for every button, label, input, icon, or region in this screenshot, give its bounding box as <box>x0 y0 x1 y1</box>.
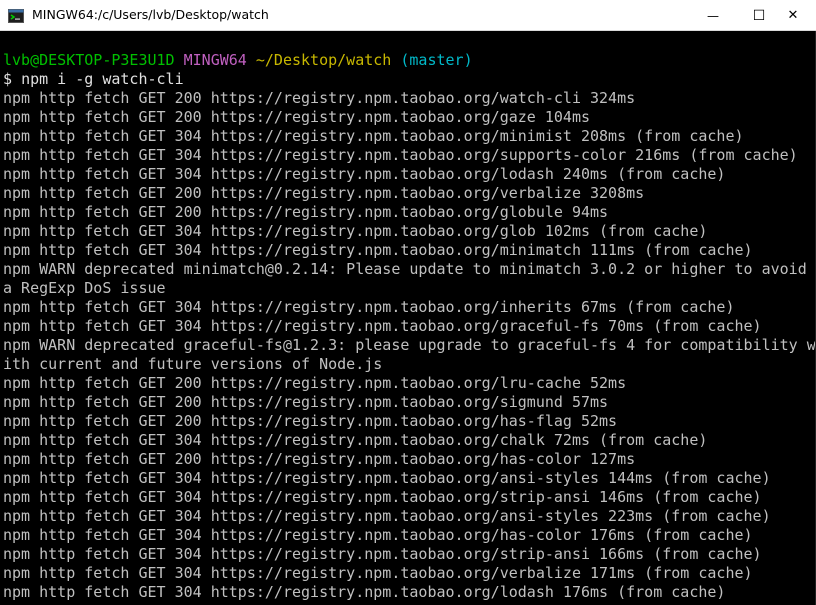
output-line: npm WARN deprecated minimatch@0.2.14: Pl… <box>3 260 807 278</box>
title-bar[interactable]: MINGW64:/c/Users/lvb/Desktop/watch — ☐ ✕ <box>0 0 816 31</box>
output-line: npm http fetch GET 304 https://registry.… <box>3 488 762 506</box>
close-icon: ✕ <box>787 8 799 23</box>
output-line: npm http fetch GET 304 https://registry.… <box>3 469 771 487</box>
output-line: npm http fetch GET 200 https://registry.… <box>3 184 645 202</box>
output-line: ith current and future versions of Node.… <box>3 355 383 373</box>
output-line: npm http fetch GET 304 https://registry.… <box>3 526 753 544</box>
command-text: npm i -g watch-cli <box>21 70 184 88</box>
output-line: npm http fetch GET 304 https://registry.… <box>3 298 735 316</box>
prompt-line: lvb@DESKTOP-P3E3U1D MINGW64 ~/Desktop/wa… <box>3 51 815 70</box>
output-line: a RegExp DoS issue <box>3 279 166 297</box>
output-line: npm http fetch GET 200 https://registry.… <box>3 450 636 468</box>
output-line: npm http fetch GET 200 https://registry.… <box>3 412 618 430</box>
prompt-path: ~/Desktop/watch <box>255 51 392 69</box>
output-line: npm http fetch GET 304 https://registry.… <box>3 127 744 145</box>
output-line: npm WARN deprecated graceful-fs@1.2.3: p… <box>3 336 815 354</box>
command-line: $ npm i -g watch-cli <box>3 70 815 89</box>
output-line: npm http fetch GET 200 https://registry.… <box>3 374 627 392</box>
minimize-icon: — <box>707 8 719 23</box>
output-line: npm http fetch GET 304 https://registry.… <box>3 165 726 183</box>
output-line: npm http fetch GET 200 https://registry.… <box>3 203 609 221</box>
terminal-lines: lvb@DESKTOP-P3E3U1D MINGW64 ~/Desktop/wa… <box>3 51 815 602</box>
output-line: npm http fetch GET 200 https://registry.… <box>3 89 636 107</box>
output-line: npm http fetch GET 200 https://registry.… <box>3 393 609 411</box>
maximize-icon: ☐ <box>752 7 766 24</box>
output-line: npm http fetch GET 304 https://registry.… <box>3 317 762 335</box>
prompt-system: MINGW64 <box>183 51 247 69</box>
output-line: npm http fetch GET 304 https://registry.… <box>3 431 708 449</box>
output-line: npm http fetch GET 304 https://registry.… <box>3 507 771 525</box>
output-line: npm http fetch GET 200 https://registry.… <box>3 108 590 126</box>
terminal-output[interactable]: lvb@DESKTOP-P3E3U1D MINGW64 ~/Desktop/wa… <box>0 31 816 605</box>
minimize-button[interactable]: — <box>690 0 736 31</box>
window-title: MINGW64:/c/Users/lvb/Desktop/watch <box>32 7 269 22</box>
output-line: npm http fetch GET 304 https://registry.… <box>3 564 753 582</box>
close-button[interactable]: ✕ <box>770 0 816 31</box>
output-line: npm http fetch GET 304 https://registry.… <box>3 241 753 259</box>
output-line: npm http fetch GET 304 https://registry.… <box>3 545 762 563</box>
prompt-branch: (master) <box>400 51 473 69</box>
output-line: npm http fetch GET 304 https://registry.… <box>3 583 726 601</box>
prompt-symbol: $ <box>3 70 13 88</box>
output-line: npm http fetch GET 304 https://registry.… <box>3 146 798 164</box>
prompt-user-host: lvb@DESKTOP-P3E3U1D <box>3 51 175 69</box>
mingw-terminal-icon <box>8 9 24 23</box>
output-line: npm http fetch GET 304 https://registry.… <box>3 222 708 240</box>
